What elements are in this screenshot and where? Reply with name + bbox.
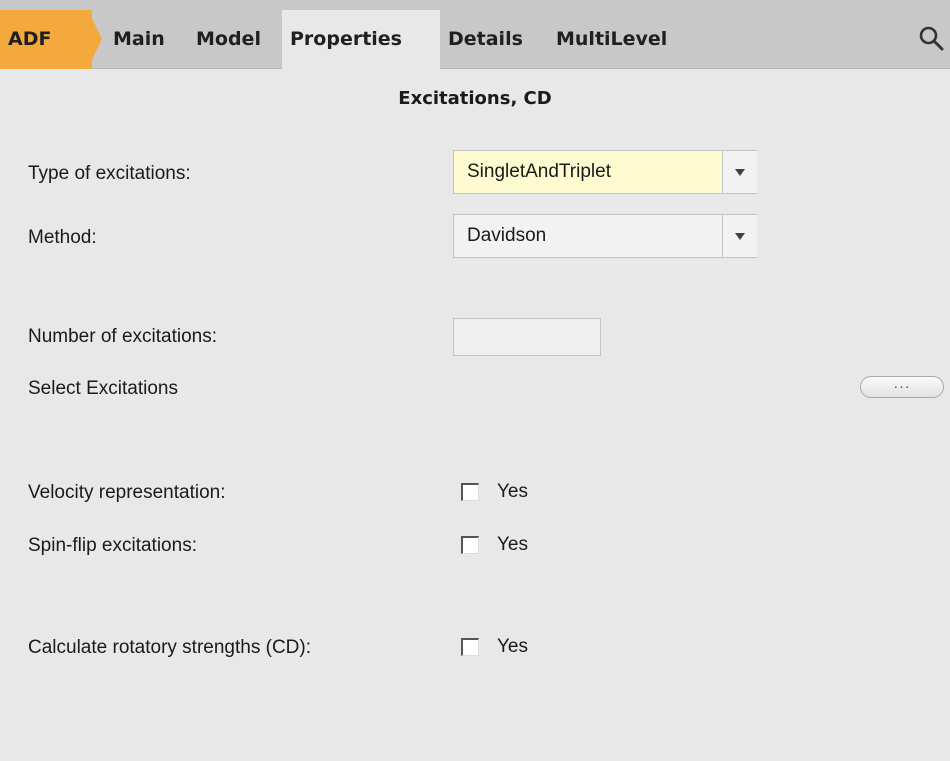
chevron-down-icon[interactable] [723,151,757,193]
number-of-excitations-label: Number of excitations: [28,326,218,347]
method-value: Davidson [467,225,547,246]
select-excitations-label: Select Excitations [28,378,178,399]
tab-adf[interactable]: ADF [0,10,92,69]
tab-main[interactable]: Main [113,10,165,69]
tab-bar: ADF Main Model Properties Details MultiL… [0,0,950,70]
calculate-rotatory-strengths-label: Calculate rotatory strengths (CD): [28,637,311,658]
velocity-representation-checkbox[interactable] [461,483,479,501]
tab-details[interactable]: Details [448,10,523,69]
calculate-rotatory-strengths-checkbox[interactable] [461,638,479,656]
tab-multilevel[interactable]: MultiLevel [556,10,667,69]
spin-flip-excitations-yes-label[interactable]: Yes [497,533,528,557]
spin-flip-excitations-checkbox[interactable] [461,536,479,554]
tab-model[interactable]: Model [196,10,261,69]
select-excitations-button[interactable]: ··· [860,376,944,398]
method-label: Method: [28,227,97,248]
spin-flip-excitations-label: Spin-flip excitations: [28,535,197,556]
method-select[interactable]: Davidson [453,214,757,258]
velocity-representation-yes-label[interactable]: Yes [497,480,528,504]
type-of-excitations-select[interactable]: SingletAndTriplet [453,150,757,194]
type-of-excitations-label: Type of excitations: [28,163,191,184]
velocity-representation-label: Velocity representation: [28,482,226,503]
type-of-excitations-value: SingletAndTriplet [467,161,611,182]
search-icon[interactable] [918,25,944,51]
section-title: Excitations, CD [398,88,552,109]
number-of-excitations-input[interactable] [453,318,601,356]
tab-properties[interactable]: Properties [282,10,440,70]
calculate-rotatory-strengths-yes-label[interactable]: Yes [497,635,528,659]
adf-tab-arrow [88,10,102,68]
chevron-down-icon[interactable] [723,215,757,257]
